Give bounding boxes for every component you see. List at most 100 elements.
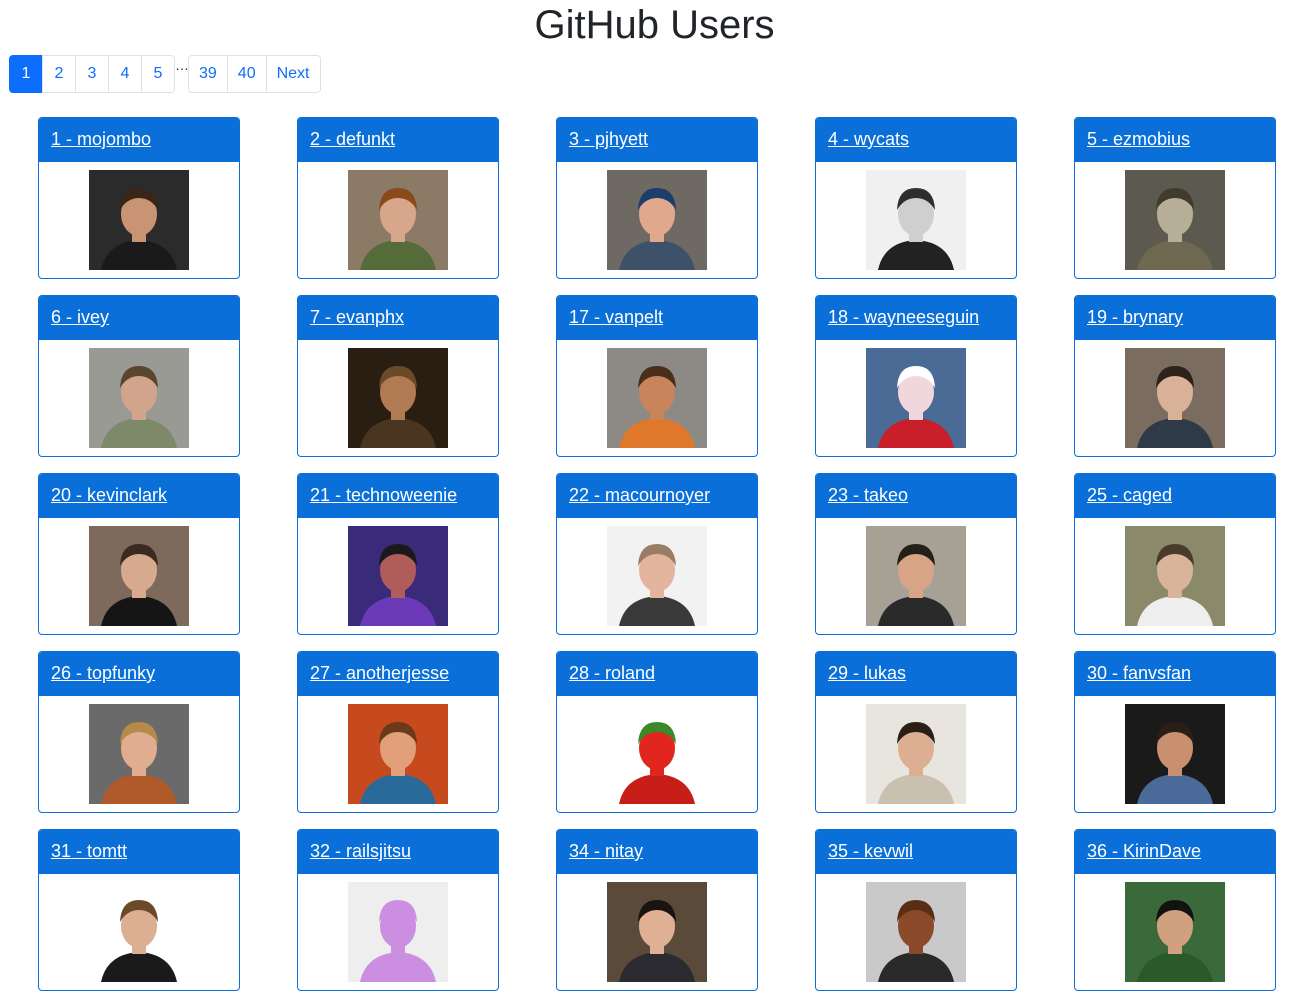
user-card: 36 - KirinDave: [1074, 829, 1276, 991]
user-link[interactable]: 7 - evanphx: [310, 307, 404, 328]
user-link[interactable]: 23 - takeo: [828, 485, 908, 506]
user-card: 22 - macournoyer: [556, 473, 758, 635]
user-link[interactable]: 6 - ivey: [51, 307, 109, 328]
user-card-body: [816, 696, 1016, 812]
page-link-4[interactable]: 4: [108, 55, 142, 93]
user-link[interactable]: 30 - fanvsfan: [1087, 663, 1191, 684]
user-link[interactable]: 28 - roland: [569, 663, 655, 684]
user-link[interactable]: 26 - topfunky: [51, 663, 155, 684]
user-card: 5 - ezmobius: [1074, 117, 1276, 279]
user-avatar[interactable]: [607, 704, 707, 804]
user-avatar[interactable]: [866, 170, 966, 270]
user-link[interactable]: 22 - macournoyer: [569, 485, 710, 506]
user-card: 4 - wycats: [815, 117, 1017, 279]
pagination: 1 2 3 4 5… 39 40 Next: [9, 55, 321, 93]
user-card-body: [298, 696, 498, 812]
user-card-body: [557, 162, 757, 278]
user-card-body: [298, 874, 498, 990]
user-card-body: [816, 518, 1016, 634]
user-card-header: 31 - tomtt: [39, 830, 239, 874]
user-card-body: [39, 696, 239, 812]
user-avatar[interactable]: [89, 704, 189, 804]
page-link-40[interactable]: 40: [226, 55, 267, 93]
user-card-header: 19 - brynary: [1075, 296, 1275, 340]
user-card-header: 4 - wycats: [816, 118, 1016, 162]
user-avatar[interactable]: [866, 348, 966, 448]
user-avatar[interactable]: [1125, 348, 1225, 448]
user-avatar[interactable]: [89, 526, 189, 626]
user-card-header: 23 - takeo: [816, 474, 1016, 518]
user-avatar[interactable]: [1125, 170, 1225, 270]
user-avatar[interactable]: [1125, 882, 1225, 982]
user-card: 31 - tomtt: [38, 829, 240, 991]
page-link-2[interactable]: 2: [42, 55, 76, 93]
user-card-header: 22 - macournoyer: [557, 474, 757, 518]
user-card-body: [1075, 696, 1275, 812]
user-card-body: [1075, 340, 1275, 456]
user-link[interactable]: 35 - kevwil: [828, 841, 913, 862]
user-link[interactable]: 31 - tomtt: [51, 841, 127, 862]
user-link[interactable]: 3 - pjhyett: [569, 129, 648, 150]
user-card-header: 17 - vanpelt: [557, 296, 757, 340]
user-avatar[interactable]: [607, 170, 707, 270]
user-link[interactable]: 32 - railsjitsu: [310, 841, 411, 862]
user-card-body: [1075, 518, 1275, 634]
user-card-body: [39, 518, 239, 634]
user-avatar[interactable]: [348, 348, 448, 448]
user-card-body: [816, 340, 1016, 456]
user-link[interactable]: 18 - wayneeseguin: [828, 307, 979, 328]
user-avatar[interactable]: [607, 882, 707, 982]
user-link[interactable]: 19 - brynary: [1087, 307, 1183, 328]
user-link[interactable]: 25 - caged: [1087, 485, 1172, 506]
user-avatar[interactable]: [89, 882, 189, 982]
user-link[interactable]: 29 - lukas: [828, 663, 906, 684]
user-card-header: 28 - roland: [557, 652, 757, 696]
user-link[interactable]: 27 - anotherjesse: [310, 663, 449, 684]
user-avatar[interactable]: [348, 704, 448, 804]
user-link[interactable]: 4 - wycats: [828, 129, 909, 150]
user-card: 23 - takeo: [815, 473, 1017, 635]
user-card: 7 - evanphx: [297, 295, 499, 457]
user-card: 26 - topfunky: [38, 651, 240, 813]
user-link[interactable]: 34 - nitay: [569, 841, 643, 862]
page-link-39[interactable]: 39: [188, 55, 228, 93]
user-link[interactable]: 17 - vanpelt: [569, 307, 663, 328]
user-card-header: 1 - mojombo: [39, 118, 239, 162]
user-card-body: [557, 874, 757, 990]
user-avatar[interactable]: [89, 348, 189, 448]
user-avatar[interactable]: [607, 526, 707, 626]
user-avatar[interactable]: [866, 704, 966, 804]
user-avatar[interactable]: [1125, 704, 1225, 804]
user-link[interactable]: 2 - defunkt: [310, 129, 395, 150]
user-link[interactable]: 21 - technoweenie: [310, 485, 457, 506]
user-card: 30 - fanvsfan: [1074, 651, 1276, 813]
pagination-ellipsis: …: [175, 57, 189, 73]
user-link[interactable]: 36 - KirinDave: [1087, 841, 1201, 862]
user-link[interactable]: 20 - kevinclark: [51, 485, 167, 506]
user-avatar[interactable]: [607, 348, 707, 448]
user-card-body: [1075, 162, 1275, 278]
user-link[interactable]: 1 - mojombo: [51, 129, 151, 150]
user-card: 21 - technoweenie: [297, 473, 499, 635]
user-avatar[interactable]: [866, 882, 966, 982]
user-avatar[interactable]: [89, 170, 189, 270]
user-avatar[interactable]: [1125, 526, 1225, 626]
user-avatar[interactable]: [348, 170, 448, 270]
user-card-body: [298, 162, 498, 278]
user-avatar[interactable]: [866, 526, 966, 626]
user-avatar[interactable]: [348, 526, 448, 626]
user-card-body: [557, 340, 757, 456]
user-card-header: 20 - kevinclark: [39, 474, 239, 518]
page-link-1[interactable]: 1: [9, 55, 43, 93]
user-avatar[interactable]: [348, 882, 448, 982]
page-link-5[interactable]: 5: [141, 55, 175, 93]
user-card-body: [298, 518, 498, 634]
user-card: 17 - vanpelt: [556, 295, 758, 457]
user-link[interactable]: 5 - ezmobius: [1087, 129, 1190, 150]
user-card: 6 - ivey: [38, 295, 240, 457]
next-page-link[interactable]: Next: [265, 55, 321, 93]
user-card-header: 30 - fanvsfan: [1075, 652, 1275, 696]
user-card: 2 - defunkt: [297, 117, 499, 279]
page-link-3[interactable]: 3: [75, 55, 109, 93]
user-card: 20 - kevinclark: [38, 473, 240, 635]
